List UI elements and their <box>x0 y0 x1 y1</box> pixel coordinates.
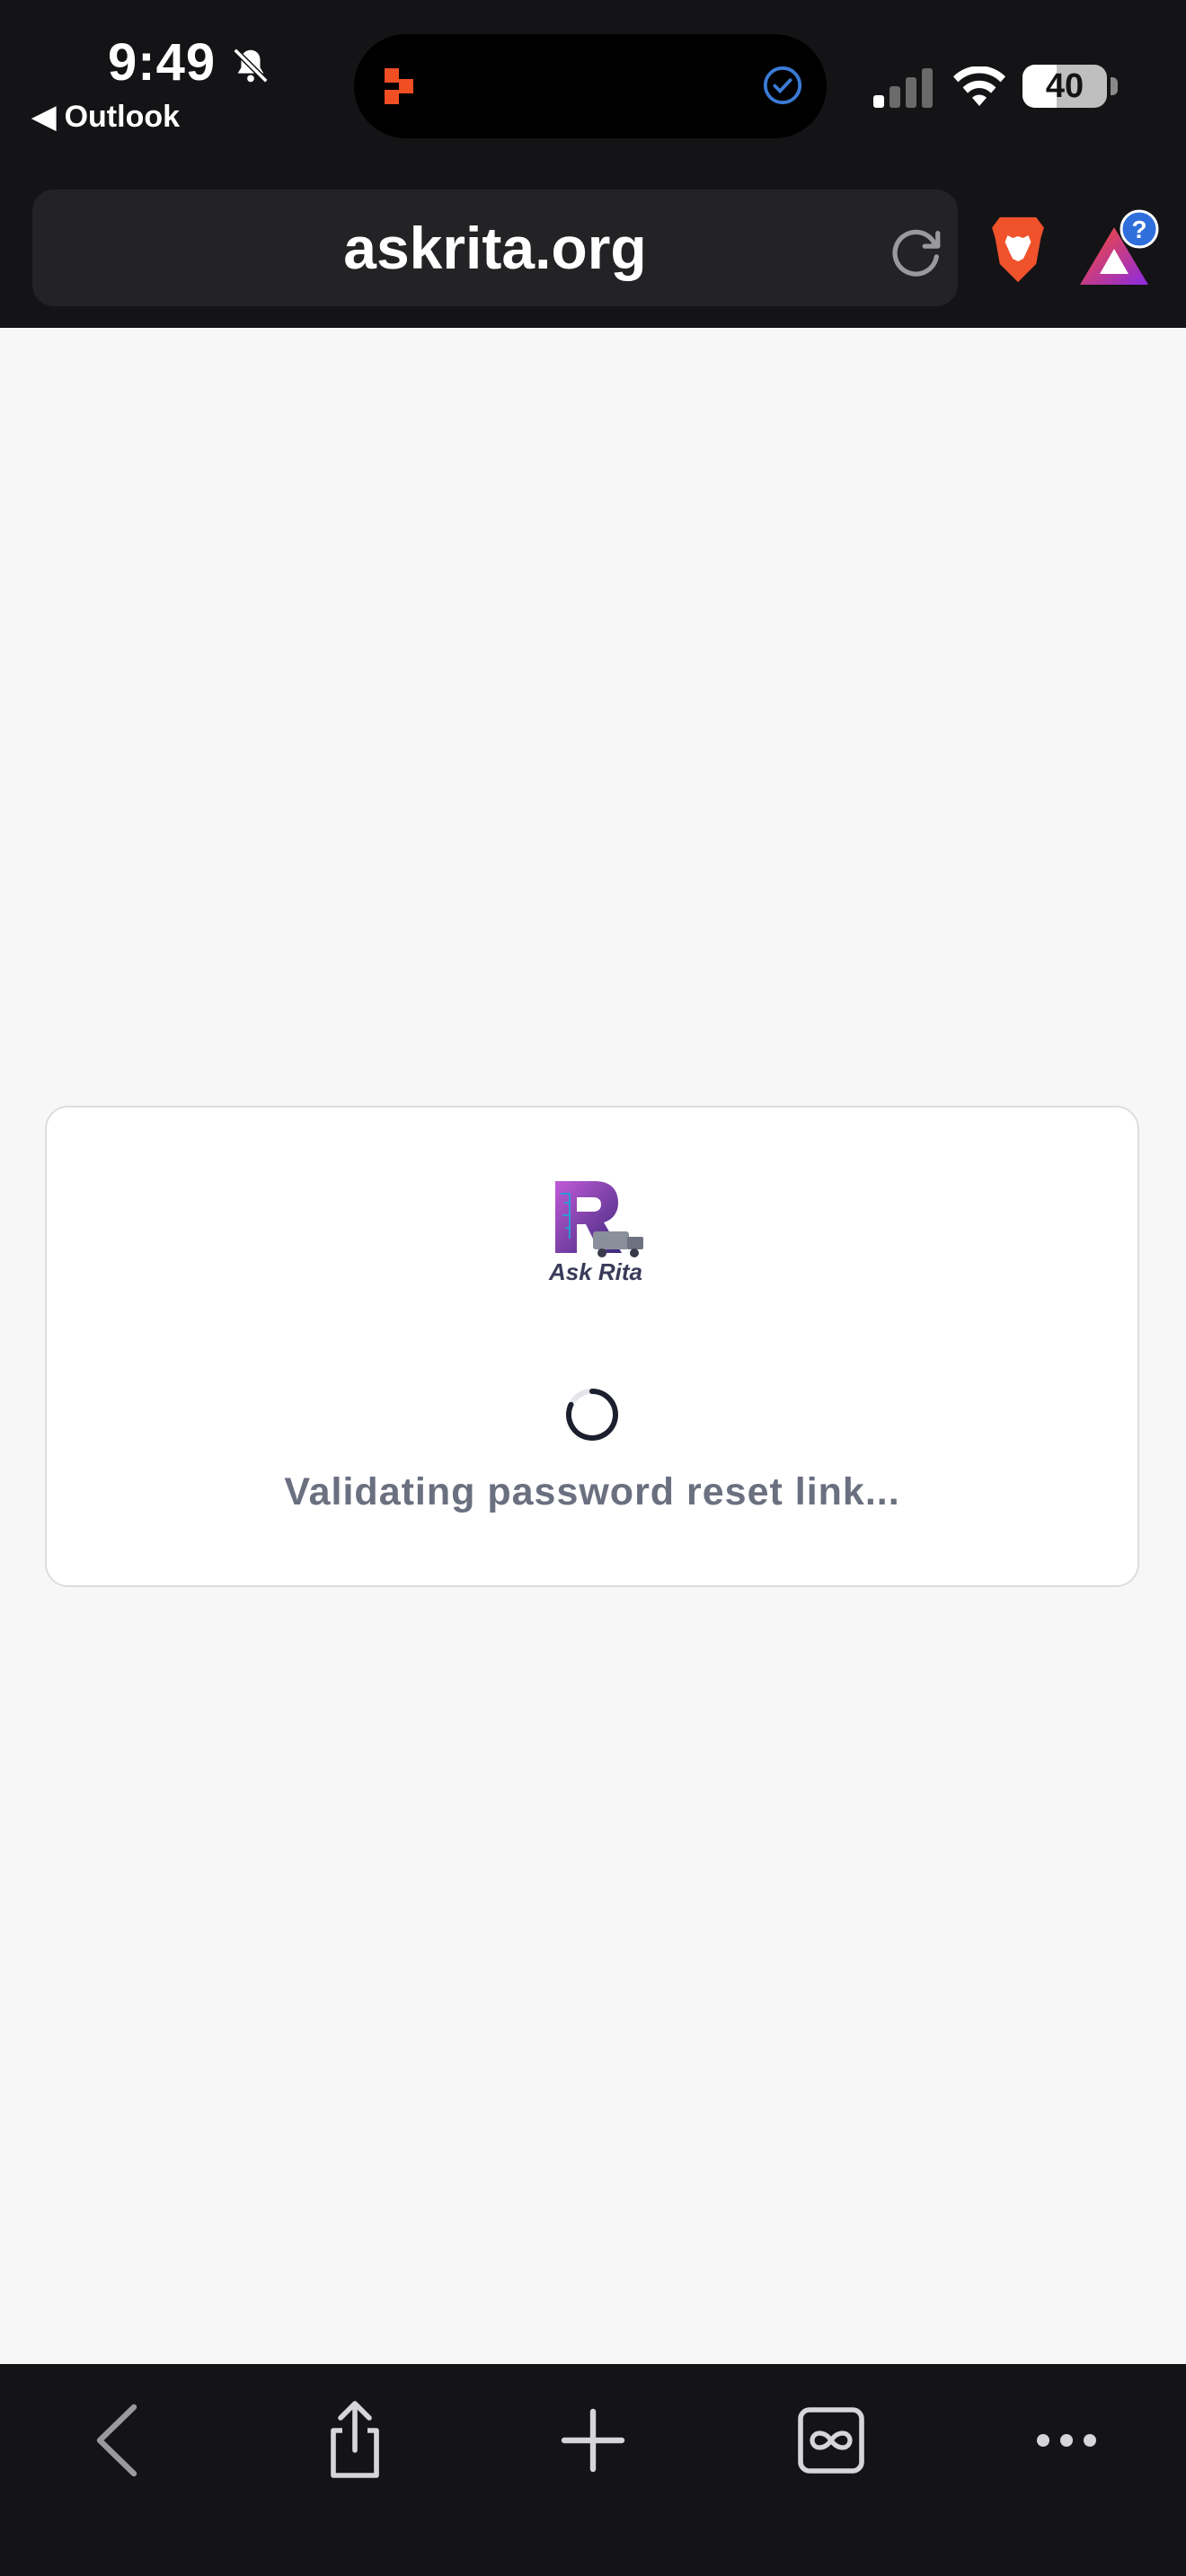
url-text[interactable]: askrita.org <box>32 190 958 306</box>
battery-nub <box>1111 77 1118 95</box>
back-button[interactable] <box>68 2391 167 2490</box>
reload-icon[interactable] <box>884 220 947 283</box>
new-tab-button[interactable] <box>544 2391 642 2490</box>
check-circle-icon <box>763 66 802 105</box>
browser-url-bar: askrita.org ? <box>0 184 1186 328</box>
share-icon <box>331 2401 379 2478</box>
dynamic-island[interactable] <box>354 34 827 138</box>
reset-card: Ask Rita Validating password reset link.… <box>45 1106 1139 1587</box>
rewards-badge: ? <box>1131 216 1146 243</box>
address-field[interactable]: askrita.org <box>32 190 958 306</box>
brave-shields-icon[interactable] <box>987 215 1049 285</box>
tabs-icon <box>798 2407 864 2474</box>
brave-rewards-button[interactable]: ? <box>1076 209 1161 294</box>
loading-spinner-icon <box>566 1389 618 1441</box>
app-icon <box>385 68 413 104</box>
battery-icon: 40 <box>1022 65 1107 108</box>
ask-rita-logo: Ask Rita <box>537 1176 654 1287</box>
logo-mark-icon <box>555 1181 643 1257</box>
battery-percent: 40 <box>1045 67 1084 105</box>
wifi-icon <box>953 66 1005 106</box>
bell-slash-icon <box>233 48 269 84</box>
new-tab-icon <box>561 2408 625 2473</box>
more-button[interactable] <box>1017 2391 1116 2490</box>
more-icon <box>1037 2434 1096 2447</box>
validation-message: Validating password reset link... <box>284 1470 900 1513</box>
browser-toolbar <box>0 2364 1186 2576</box>
page-content: Ask Rita Validating password reset link.… <box>0 328 1186 2364</box>
tabs-button[interactable] <box>782 2391 881 2490</box>
brave-rewards-icon: ? <box>1080 209 1159 285</box>
signal-icon <box>873 68 933 108</box>
back-icon <box>96 2404 137 2477</box>
share-button[interactable] <box>305 2391 404 2490</box>
back-to-app-link[interactable]: ◀ Outlook <box>32 99 180 135</box>
logo-text: Ask Rita <box>548 1258 643 1285</box>
status-bar: 9:49 ◀ Outlook 40 <box>0 0 1186 184</box>
clock: 9:49 <box>108 33 217 92</box>
